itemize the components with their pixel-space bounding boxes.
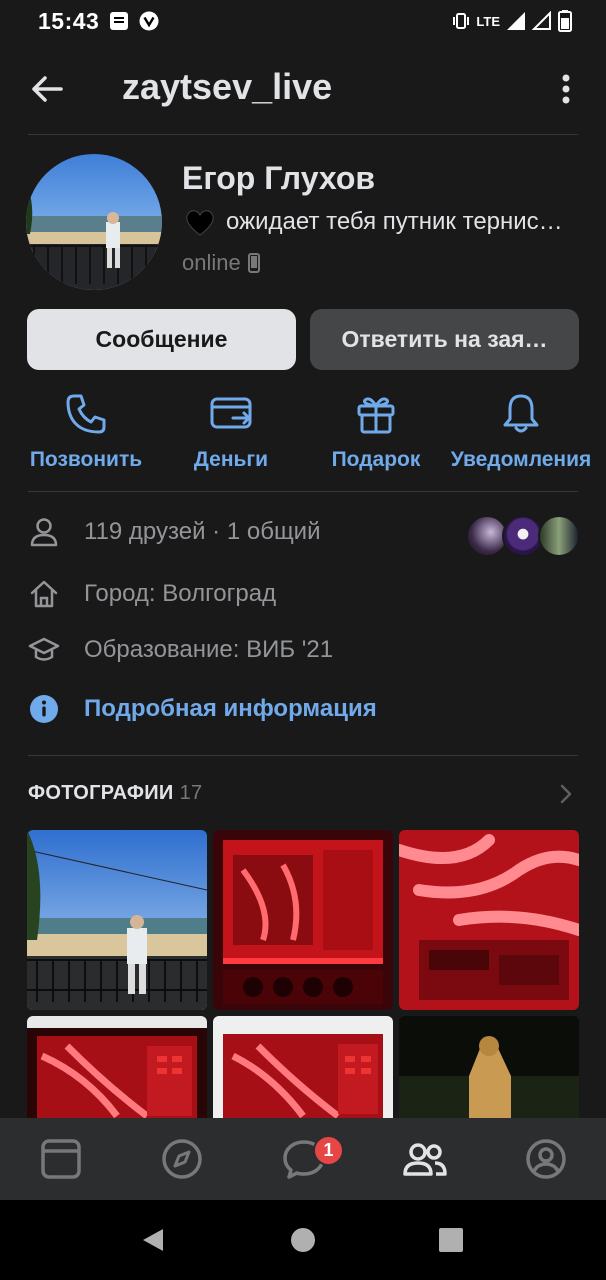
status-bar: 15:43 LTE (0, 0, 606, 42)
discover-icon[interactable] (159, 1136, 205, 1182)
photos-title: ФОТОГРАФИИ (28, 782, 174, 804)
money-label: Деньги (193, 448, 269, 471)
profile-status[interactable]: ожидает тебя путник тернис… (184, 206, 584, 238)
signal-empty-icon (532, 11, 551, 30)
status-time: 15:43 (38, 7, 100, 34)
more-vertical-icon[interactable] (552, 70, 580, 108)
city-row: Город: Волгоград (28, 578, 276, 610)
online-status: online (182, 250, 261, 276)
photos-count: 17 (179, 782, 203, 804)
gift-action[interactable]: Подарок (301, 392, 451, 472)
bottom-tab-bar (0, 1118, 606, 1200)
info-divider (28, 755, 578, 756)
nav-recents-icon[interactable] (438, 1227, 464, 1253)
vk-notification-icon (139, 11, 159, 31)
chevron-right-icon[interactable] (556, 782, 576, 806)
feed-icon[interactable] (38, 1136, 84, 1182)
photos-header[interactable]: ФОТОГРАФИИ 17 (28, 782, 202, 805)
page-title: zaytsev_live (122, 66, 333, 107)
vibrate-icon (453, 13, 470, 29)
profile-status-text: ожидает тебя путник тернис… (226, 208, 563, 235)
actions-divider (28, 491, 578, 492)
photo-thumbnail[interactable] (213, 830, 393, 1010)
photo-thumbnail[interactable] (27, 830, 207, 1010)
call-label: Позвонить (29, 448, 143, 471)
phone-icon (66, 394, 106, 434)
mobile-device-icon (247, 253, 260, 273)
gift-label: Подарок (331, 448, 421, 471)
message-button[interactable]: Сообщение (27, 309, 296, 370)
black-heart-icon (186, 210, 214, 236)
money-action[interactable]: Деньги (156, 392, 306, 472)
info-icon (30, 695, 58, 723)
friends-icon[interactable] (402, 1136, 448, 1182)
city-text: Город: Волгоград (84, 580, 277, 607)
photo-thumbnail[interactable] (399, 830, 579, 1010)
education-row: Образование: ВИБ '21 (28, 634, 333, 666)
bell-icon (503, 394, 539, 433)
network-type: LTE (476, 13, 500, 29)
friend-avatar (538, 515, 580, 557)
mutual-friends-avatars[interactable] (466, 515, 580, 557)
profile-avatar[interactable] (26, 154, 162, 290)
back-arrow-icon[interactable] (28, 70, 66, 108)
user-icon (30, 518, 58, 547)
gift-icon (357, 397, 395, 434)
profile-name: Егор Глухов (182, 160, 376, 196)
reply-request-button[interactable]: Ответить на зая… (310, 309, 579, 370)
details-link-row[interactable]: Подробная информация (28, 693, 377, 725)
messages-badge: 1 (313, 1135, 344, 1166)
signal-icon (507, 12, 525, 30)
notes-notification-icon (110, 12, 129, 30)
friends-count: 119 друзей · 1 общий (84, 518, 321, 545)
money-transfer-icon (210, 397, 252, 429)
friends-row[interactable]: 119 друзей · 1 общий (28, 516, 321, 548)
call-action[interactable]: Позвонить (11, 392, 161, 472)
notifications-action[interactable]: Уведомления (446, 392, 596, 472)
header-divider (28, 134, 578, 135)
details-link[interactable]: Подробная информация (84, 695, 377, 723)
nav-home-icon[interactable] (290, 1227, 316, 1253)
notifications-label: Уведомления (450, 448, 592, 471)
battery-icon (558, 10, 572, 32)
system-navigation-bar (0, 1200, 606, 1280)
online-label: online (182, 250, 241, 275)
nav-back-icon[interactable] (140, 1227, 166, 1253)
education-cap-icon (28, 637, 60, 661)
home-icon (30, 580, 58, 608)
profile-icon[interactable] (523, 1136, 569, 1182)
app-header: zaytsev_live (0, 42, 606, 134)
education-text: Образование: ВИБ '21 (84, 636, 334, 663)
